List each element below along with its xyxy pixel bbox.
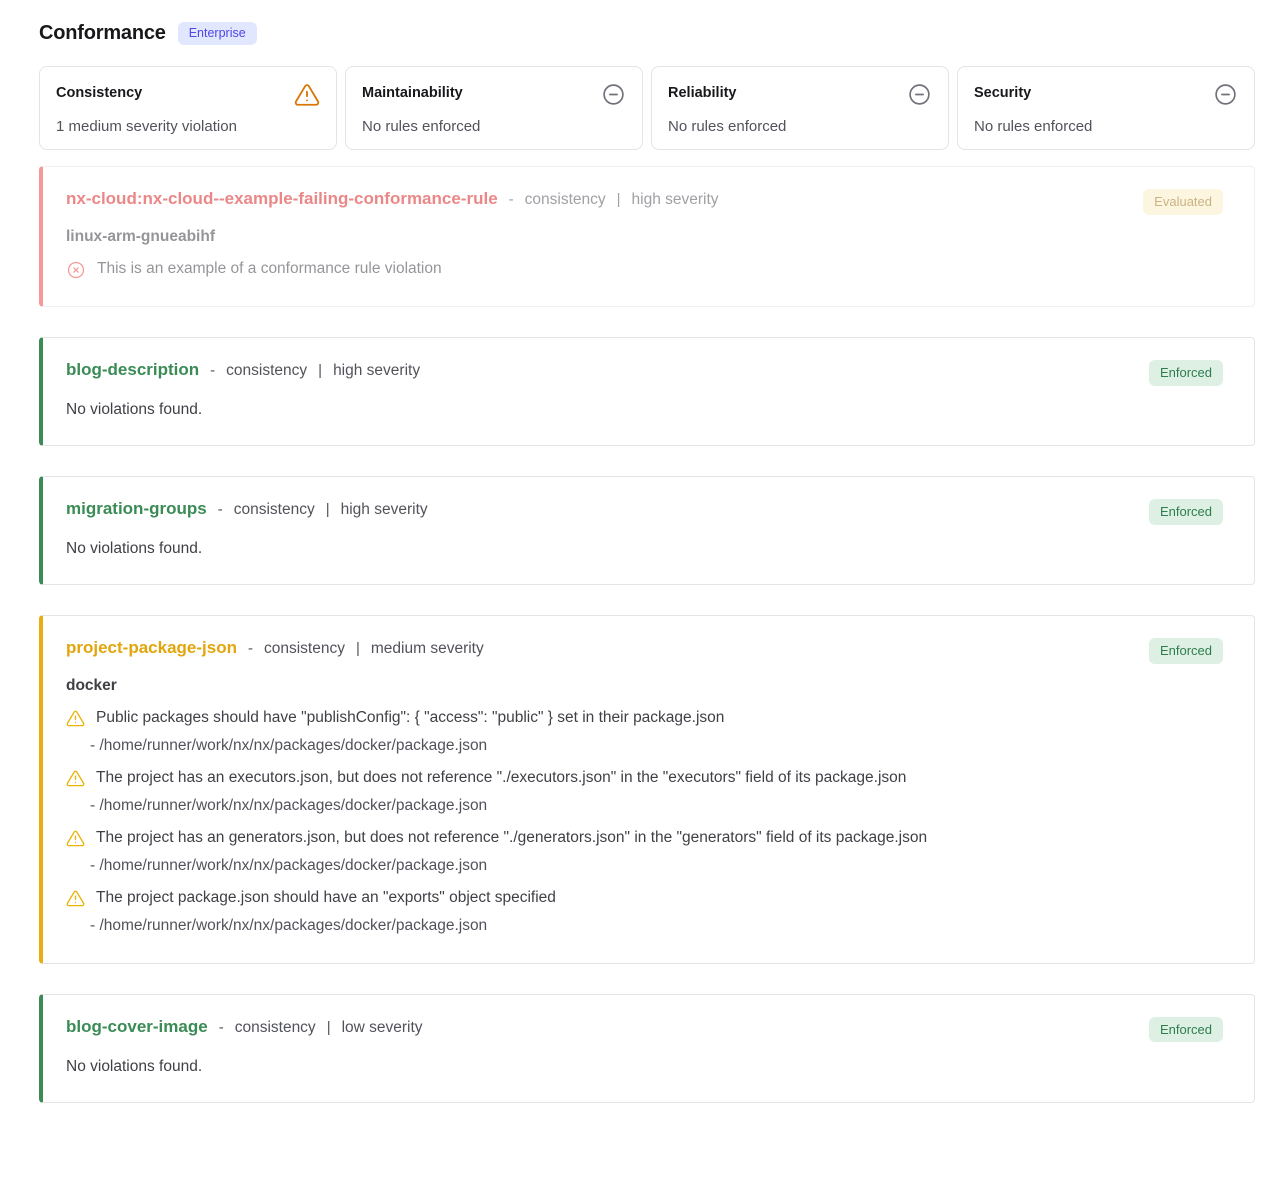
rule-body: No violations found. [66, 1058, 1114, 1076]
project-name: linux-arm-gnueabihf [66, 228, 1114, 246]
violation-item: The project has an executors.json, but d… [66, 768, 1114, 789]
no-violations-text: No violations found. [66, 540, 1114, 558]
rule-meta-pipe: | [356, 640, 360, 657]
rule-meta-dash: - [509, 191, 514, 208]
violation-item: The project has an generators.json, but … [66, 828, 1114, 849]
summary-card-title: Reliability [668, 82, 737, 101]
violation-path: - /home/runner/work/nx/nx/packages/docke… [90, 737, 1114, 755]
rule-body: linux-arm-gnueabihf This is an example of… [66, 228, 1114, 280]
warning-triangle-icon [66, 829, 85, 848]
rule-meta-pipe: | [617, 191, 621, 208]
summary-cards: Consistency 1 medium severity violation … [39, 66, 1255, 150]
page-header: Conformance Enterprise [39, 22, 1255, 45]
page-title: Conformance [39, 22, 166, 45]
summary-card: Consistency 1 medium severity violation [39, 66, 337, 150]
rule-category: consistency [235, 1019, 316, 1037]
rule-category: consistency [234, 501, 315, 519]
summary-card-status: No rules enforced [974, 118, 1238, 135]
summary-card: Maintainability No rules enforced [345, 66, 643, 150]
rules-list: nx-cloud:nx-cloud--example-failing-confo… [39, 166, 1255, 1103]
circle-x-icon [66, 260, 86, 280]
warning-triangle-icon [66, 889, 85, 908]
violation-message: Public packages should have "publishConf… [96, 708, 724, 729]
rule-card: migration-groups - consistency | high se… [39, 476, 1255, 585]
warning-triangle-icon [66, 709, 85, 728]
rule-card: blog-cover-image - consistency | low sev… [39, 994, 1255, 1103]
rule-meta-dash: - [218, 501, 223, 518]
rule-card: blog-description - consistency | high se… [39, 337, 1255, 446]
violation-message: The project has an generators.json, but … [96, 828, 927, 849]
rule-status-badge: Enforced [1149, 499, 1223, 525]
rule-meta-pipe: | [327, 1019, 331, 1036]
rule-severity: high severity [632, 191, 719, 209]
enterprise-badge: Enterprise [178, 22, 257, 45]
rule-name-link[interactable]: blog-description [66, 360, 199, 380]
summary-card: Security No rules enforced [957, 66, 1255, 150]
rule-severity: low severity [342, 1019, 423, 1037]
rule-body: No violations found. [66, 401, 1114, 419]
rule-meta-dash: - [248, 640, 253, 657]
summary-card-title: Maintainability [362, 82, 463, 101]
rule-name-link[interactable]: nx-cloud:nx-cloud--example-failing-confo… [66, 189, 498, 209]
rule-category: consistency [525, 191, 606, 209]
violation-message: The project package.json should have an … [96, 888, 556, 909]
violation-path: - /home/runner/work/nx/nx/packages/docke… [90, 917, 1114, 935]
rule-meta-dash: - [219, 1019, 224, 1036]
circle-minus-icon [1213, 82, 1238, 107]
warning-triangle-icon [294, 82, 320, 108]
rule-severity: high severity [333, 362, 420, 380]
violation-message: This is an example of a conformance rule… [97, 259, 442, 280]
rule-meta-pipe: | [326, 501, 330, 518]
violation-item: The project package.json should have an … [66, 888, 1114, 909]
rule-category: consistency [264, 640, 345, 658]
warning-triangle-icon [66, 769, 85, 788]
rule-status-badge: Evaluated [1143, 189, 1223, 215]
rule-body: docker Public packages should have "publi… [66, 677, 1114, 935]
rule-name-link[interactable]: project-package-json [66, 638, 237, 658]
circle-minus-icon [601, 82, 626, 107]
rule-category: consistency [226, 362, 307, 380]
violation-item: Public packages should have "publishConf… [66, 708, 1114, 729]
conformance-page: Conformance Enterprise Consistency 1 med… [0, 0, 1287, 1103]
no-violations-text: No violations found. [66, 401, 1114, 419]
rule-card: project-package-json - consistency | med… [39, 615, 1255, 964]
rule-meta-dash: - [210, 362, 215, 379]
rule-name-link[interactable]: blog-cover-image [66, 1017, 208, 1037]
rule-card: nx-cloud:nx-cloud--example-failing-confo… [39, 166, 1255, 307]
rule-name-link[interactable]: migration-groups [66, 499, 207, 519]
rule-severity: high severity [341, 501, 428, 519]
summary-card-title: Consistency [56, 82, 142, 101]
summary-card-status: No rules enforced [362, 118, 626, 135]
summary-card: Reliability No rules enforced [651, 66, 949, 150]
no-violations-text: No violations found. [66, 1058, 1114, 1076]
rule-status-badge: Enforced [1149, 1017, 1223, 1043]
summary-card-title: Security [974, 82, 1031, 101]
rule-status-badge: Enforced [1149, 638, 1223, 664]
rule-status-badge: Enforced [1149, 360, 1223, 386]
rule-meta-pipe: | [318, 362, 322, 379]
circle-minus-icon [907, 82, 932, 107]
rule-body: No violations found. [66, 540, 1114, 558]
summary-card-status: 1 medium severity violation [56, 118, 320, 135]
violation-message: The project has an executors.json, but d… [96, 768, 906, 789]
violation-path: - /home/runner/work/nx/nx/packages/docke… [90, 797, 1114, 815]
violation-item: This is an example of a conformance rule… [66, 259, 1114, 280]
summary-card-status: No rules enforced [668, 118, 932, 135]
rule-severity: medium severity [371, 640, 484, 658]
project-name: docker [66, 677, 1114, 695]
violation-path: - /home/runner/work/nx/nx/packages/docke… [90, 857, 1114, 875]
